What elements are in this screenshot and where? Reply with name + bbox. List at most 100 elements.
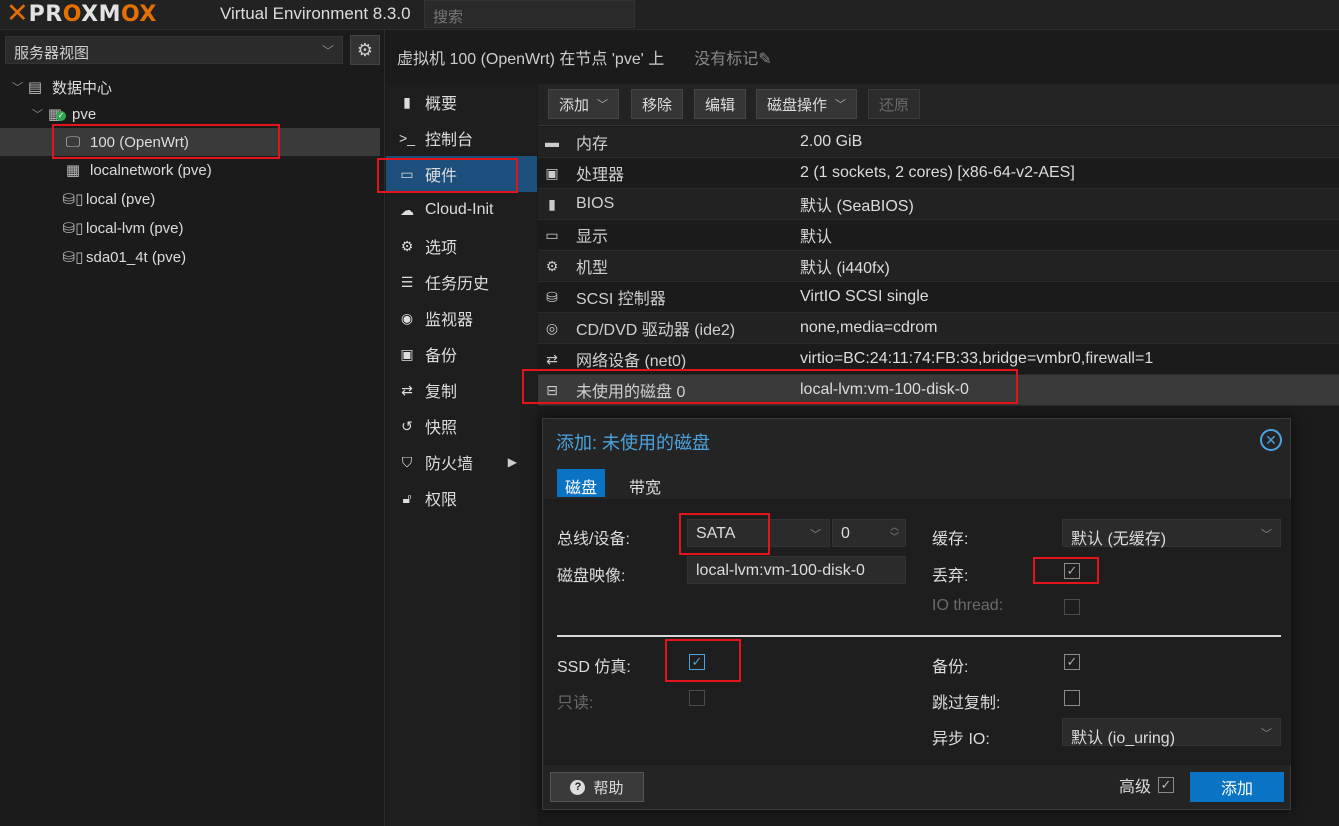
hardware-row-machine[interactable]: ⚙ 机型 默认 (i440fx) [538, 251, 1339, 282]
tab-disk[interactable]: 磁盘 [557, 469, 606, 497]
proxmox-logo[interactable]: ✕ PROXMOX [6, 0, 157, 29]
nav-cloud-init[interactable]: ☁ Cloud-Init [386, 192, 537, 228]
disk-action-button[interactable]: 磁盘操作 ﹀ [756, 89, 858, 119]
async-io-select[interactable]: 默认 (io_uring) ﹀ [1062, 718, 1281, 747]
gear-icon: ⚙ [400, 237, 414, 254]
top-bar: ✕ PROXMOX Virtual Environment 8.3.0 搜索 [0, 0, 1339, 30]
tree-item-storage-local-lvm[interactable]: ⛁▯ local-lvm (pve) [0, 214, 380, 242]
advanced-separator [557, 635, 1281, 637]
chevron-down-icon: ﹀ [597, 99, 609, 111]
pencil-icon[interactable]: ✎ [758, 51, 771, 68]
page-title: 虚拟机 100 (OpenWrt) 在节点 'pve' 上 [397, 51, 665, 68]
tree-item-storage-local[interactable]: ⛁▯ local (pve) [0, 185, 380, 213]
tree-item-datacenter[interactable]: ﹀ ▤ 数据中心 [0, 73, 380, 101]
edit-button[interactable]: 编辑 [694, 89, 747, 119]
collapse-icon[interactable]: ﹀ [12, 79, 24, 95]
nav-backup[interactable]: ▣ 备份 [386, 336, 537, 372]
storage-icon: ⛁▯ [62, 249, 84, 266]
skip-replication-label: 跳过复制: [932, 695, 1001, 712]
chevron-down-icon: ﹀ [1261, 728, 1272, 740]
proxmox-x-icon: ✕ [6, 0, 29, 29]
hardware-toolbar: 添加 ﹀ 移除 编辑 磁盘操作 ﹀ 还原 [538, 84, 1339, 126]
network-grid-icon: ▦ [65, 162, 81, 179]
skip-replication-checkbox[interactable] [1064, 690, 1080, 706]
nav-console[interactable]: >_ 控制台 [386, 120, 537, 156]
nav-summary[interactable]: ▮ 概要 [386, 84, 537, 120]
product-version: Virtual Environment 8.3.0 [220, 4, 411, 23]
datacenter-icon: ▤ [27, 79, 43, 96]
cache-label: 缓存: [932, 531, 969, 548]
add-button[interactable]: 添加 ﹀ [548, 89, 620, 119]
disk-image-field[interactable]: local-lvm:vm-100-disk-0 [687, 556, 906, 584]
device-index-spinner[interactable]: 0 ︿ ﹀ [832, 519, 906, 547]
chevron-down-icon: ﹀ [810, 529, 821, 541]
terminal-icon: >_ [399, 130, 415, 146]
nav-firewall[interactable]: ⛉ 防火墙 ▶ [386, 444, 537, 480]
nav-replication[interactable]: ⇄ 复制 [386, 372, 537, 408]
collapse-icon[interactable]: ﹀ [32, 106, 44, 122]
database-icon: ⛁ [546, 288, 558, 305]
spinner-arrows-icon[interactable]: ︿ ﹀ [890, 522, 899, 542]
hardware-row-bios[interactable]: ▮ BIOS 默认 (SeaBIOS) [538, 189, 1339, 220]
desktop-icon: ▭ [545, 226, 559, 243]
resource-tree-panel: 服务器视图 ﹀ ⚙ ﹀ ▤ 数据中心 ﹀ ▦ ✓ pve 🖵 100 (OpenW… [0, 30, 385, 826]
exchange-icon: ⇄ [546, 350, 558, 367]
list-icon: ☰ [400, 273, 414, 290]
node-icon: ▦ ✓ [47, 106, 66, 123]
close-icon[interactable]: ✕ [1260, 429, 1282, 451]
chevron-down-icon: ﹀ [835, 99, 847, 111]
tree-item-storage-sda01[interactable]: ⛁▯ sda01_4t (pve) [0, 243, 380, 271]
expand-arrow-icon[interactable]: ▶ [508, 455, 517, 469]
cloud-icon: ☁ [400, 201, 414, 218]
history-icon: ↺ [401, 417, 413, 434]
cdrom-icon: ◎ [545, 319, 559, 336]
revert-button[interactable]: 还原 [868, 89, 921, 119]
advanced-toggle[interactable]: 高级 ✓ [1119, 773, 1174, 797]
tree-item-localnetwork[interactable]: ▦ localnetwork (pve) [0, 156, 380, 184]
nav-task-history[interactable]: ☰ 任务历史 [386, 264, 537, 300]
readonly-checkbox[interactable] [689, 690, 705, 706]
help-button[interactable]: ? 帮助 [550, 772, 644, 802]
tags-edit[interactable]: 没有标记✎ [694, 45, 771, 69]
hardware-row-cpu[interactable]: ▣ 处理器 2 (1 sockets, 2 cores) [x86-64-v2-AE… [538, 158, 1339, 189]
hardware-row-scsi-controller[interactable]: ⛁ SCSI 控制器 VirtIO SCSI single [538, 282, 1339, 313]
vm-config-nav: ▮ 概要 >_ 控制台 ▭ 硬件 ☁ Cloud-Init ⚙ 选项 ☰ 任务历史 ◉ 监视器… [386, 84, 537, 826]
dialog-title: 添加: 未使用的磁盘 [556, 433, 711, 453]
tree-settings-button[interactable]: ⚙ [350, 35, 380, 65]
storage-icon: ⛁▯ [62, 191, 84, 208]
hardware-row-memory[interactable]: ▬ 内存 2.00 GiB [538, 127, 1339, 158]
ssd-emulation-label: SSD 仿真: [557, 659, 631, 676]
advanced-checkbox[interactable]: ✓ [1158, 777, 1174, 793]
iothread-checkbox[interactable] [1064, 599, 1080, 615]
nav-permissions[interactable]: 🔓︎ 权限 [386, 480, 537, 516]
iothread-label: IO thread: [932, 597, 1004, 614]
highlight-box [522, 369, 1018, 404]
dialog-add-button[interactable]: 添加 [1190, 772, 1284, 802]
discard-label: 丢弃: [932, 568, 969, 585]
chevron-down-icon: ﹀ [321, 44, 334, 58]
microchip-icon: ▮ [548, 195, 556, 212]
dialog-body: 总线/设备: SATA ﹀ 0 ︿ ﹀ 磁盘映像: local-lvm:vm-100-… [544, 499, 1291, 765]
nav-snapshots[interactable]: ↺ 快照 [386, 408, 537, 444]
nav-options[interactable]: ⚙ 选项 [386, 228, 537, 264]
search-input[interactable]: 搜索 [424, 0, 635, 28]
disk-image-label: 磁盘映像: [557, 568, 626, 585]
retweet-icon: ⇄ [401, 381, 413, 398]
async-io-label: 异步 IO: [932, 731, 990, 748]
backup-label: 备份: [932, 659, 969, 676]
hardware-row-display[interactable]: ▭ 显示 默认 [538, 220, 1339, 251]
backup-checkbox[interactable]: ✓ [1064, 654, 1080, 670]
content-header: 虚拟机 100 (OpenWrt) 在节点 'pve' 上 没有标记✎ [386, 30, 1339, 84]
tab-bandwidth[interactable]: 带宽 [621, 469, 669, 497]
shield-icon: ⛉ [401, 453, 413, 470]
floppy-icon: ▣ [400, 345, 414, 362]
cache-select[interactable]: 默认 (无缓存) ﹀ [1062, 519, 1281, 548]
hardware-row-cdrom[interactable]: ◎ CD/DVD 驱动器 (ide2) none,media=cdrom [538, 313, 1339, 344]
highlight-box [377, 158, 518, 193]
nav-monitor[interactable]: ◉ 监视器 [386, 300, 537, 336]
highlight-box [1033, 557, 1099, 584]
view-selector[interactable]: 服务器视图 ﹀ [5, 36, 343, 64]
eye-icon: ◉ [400, 309, 414, 326]
remove-button[interactable]: 移除 [631, 89, 684, 119]
cogs-icon: ⚙ [545, 257, 559, 274]
